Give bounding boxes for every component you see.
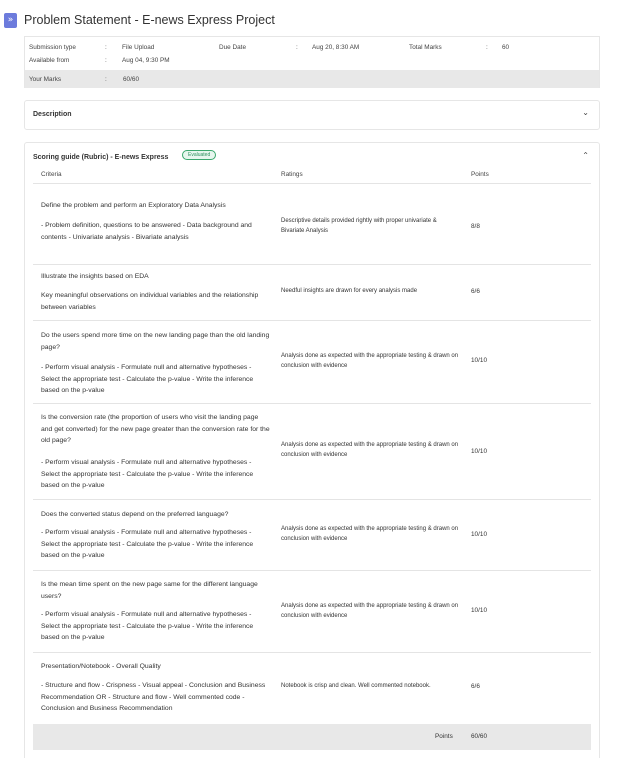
chevron-up-icon[interactable]: ⌃: [582, 151, 589, 160]
criterion-description: Key meaningful observations on individua…: [41, 292, 259, 311]
rubric-row: Does the converted status depend on the …: [33, 500, 591, 571]
rubric-row: Presentation/Notebook - Overall Quality …: [33, 653, 591, 723]
assignment-info: Submission type : File Upload Due Date :…: [24, 36, 600, 88]
rubric-table-header: Criteria Ratings Points: [33, 168, 591, 184]
description-accordion[interactable]: Description ⌄: [24, 100, 600, 130]
criterion-description: - Perform visual analysis - Formulate nu…: [41, 529, 254, 559]
rubric-row: Is the mean time spent on the new page s…: [33, 571, 591, 653]
criterion-title: Is the mean time spent on the new page s…: [41, 581, 258, 600]
total-marks-label: Total Marks: [409, 44, 442, 51]
rubric-row: Illustrate the insights based on EDA Key…: [33, 265, 591, 321]
separator: :: [105, 76, 107, 83]
available-from-value: Aug 04, 9:30 PM: [122, 57, 170, 64]
your-marks-value: 60/60: [123, 76, 139, 83]
column-points: Points: [471, 171, 489, 178]
page-title: Problem Statement - E-news Express Proje…: [24, 13, 275, 27]
expand-sidebar-button[interactable]: »: [4, 13, 17, 28]
criterion-title: Does the converted status depend on the …: [41, 511, 229, 518]
criterion-points: 8/8: [471, 223, 480, 230]
available-from-label: Available from: [29, 57, 70, 64]
rubric-row: Define the problem and perform an Explor…: [33, 192, 591, 265]
separator: :: [296, 44, 298, 51]
criterion-rating: Analysis done as expected with the appro…: [281, 603, 459, 619]
criterion-rating: Analysis done as expected with the appro…: [281, 526, 459, 542]
separator: :: [105, 44, 107, 51]
info-row-available: Available from : Aug 04, 9:30 PM: [25, 54, 599, 67]
criterion-rating: Notebook is crisp and clean. Well commen…: [281, 683, 431, 689]
criterion-description: - Structure and flow - Crispness - Visua…: [41, 682, 266, 712]
criterion-title: Do the users spend more time on the new …: [41, 332, 270, 351]
total-marks-value: 60: [502, 44, 510, 51]
your-marks-label: Your Marks: [29, 76, 62, 83]
criterion-title: Is the conversion rate (the proportion o…: [41, 414, 270, 444]
column-criteria: Criteria: [41, 171, 62, 178]
total-points-label: Points: [435, 733, 453, 740]
criterion-points: 10/10: [471, 607, 487, 614]
column-ratings: Ratings: [281, 171, 303, 178]
criterion-description: - Perform visual analysis - Formulate nu…: [41, 364, 254, 394]
criterion-points: 10/10: [471, 448, 487, 455]
criterion-rating: Analysis done as expected with the appro…: [281, 353, 459, 369]
separator: :: [486, 44, 488, 51]
criterion-description: - Perform visual analysis - Formulate nu…: [41, 611, 254, 641]
rubric-title: Scoring guide (Rubric) - E-news Express: [33, 154, 169, 161]
submission-type-label: Submission type: [29, 44, 76, 51]
info-row-submission: Submission type : File Upload Due Date :…: [25, 41, 599, 54]
criterion-points: 6/6: [471, 683, 480, 690]
separator: :: [105, 57, 107, 64]
submission-type-value: File Upload: [122, 44, 155, 51]
criterion-rating: Needful insights are drawn for every ana…: [281, 288, 418, 294]
criterion-points: 10/10: [471, 531, 487, 538]
criterion-title: Presentation/Notebook - Overall Quality: [41, 663, 161, 670]
rubric-card: Scoring guide (Rubric) - E-news Express …: [24, 142, 600, 758]
criterion-title: Illustrate the insights based on EDA: [41, 273, 149, 280]
chevron-down-icon[interactable]: ⌄: [582, 108, 589, 117]
due-date-value: Aug 20, 8:30 AM: [312, 44, 360, 51]
criterion-points: 6/6: [471, 288, 480, 295]
criterion-title: Define the problem and perform an Explor…: [41, 202, 226, 209]
description-label: Description: [33, 111, 72, 118]
criterion-description: - Perform visual analysis - Formulate nu…: [41, 459, 254, 489]
criterion-rating: Analysis done as expected with the appro…: [281, 442, 459, 458]
rubric-row: Is the conversion rate (the proportion o…: [33, 404, 591, 500]
rubric-row: Do the users spend more time on the new …: [33, 321, 591, 404]
status-badge: Evaluated: [182, 150, 217, 160]
criterion-rating: Descriptive details provided rightly wit…: [281, 218, 437, 234]
due-date-label: Due Date: [219, 44, 246, 51]
criterion-description: - Problem definition, questions to be an…: [41, 222, 252, 241]
rubric-total-row: Points 60/60: [33, 724, 591, 750]
your-marks-row: Your Marks : 60/60: [25, 70, 599, 88]
criterion-points: 10/10: [471, 357, 487, 364]
total-points-value: 60/60: [471, 733, 487, 740]
